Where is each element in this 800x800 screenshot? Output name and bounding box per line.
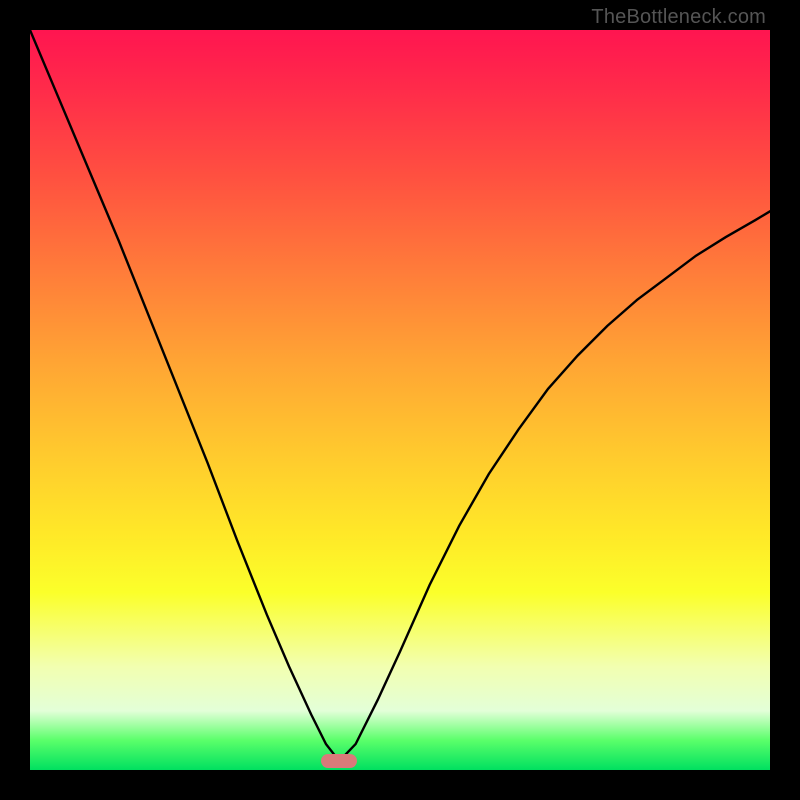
bottleneck-curve xyxy=(30,30,770,761)
chart-frame: TheBottleneck.com xyxy=(0,0,800,800)
dip-marker xyxy=(321,754,357,768)
plot-area xyxy=(30,30,770,770)
watermark-text: TheBottleneck.com xyxy=(591,6,766,29)
curve-layer xyxy=(30,30,770,770)
